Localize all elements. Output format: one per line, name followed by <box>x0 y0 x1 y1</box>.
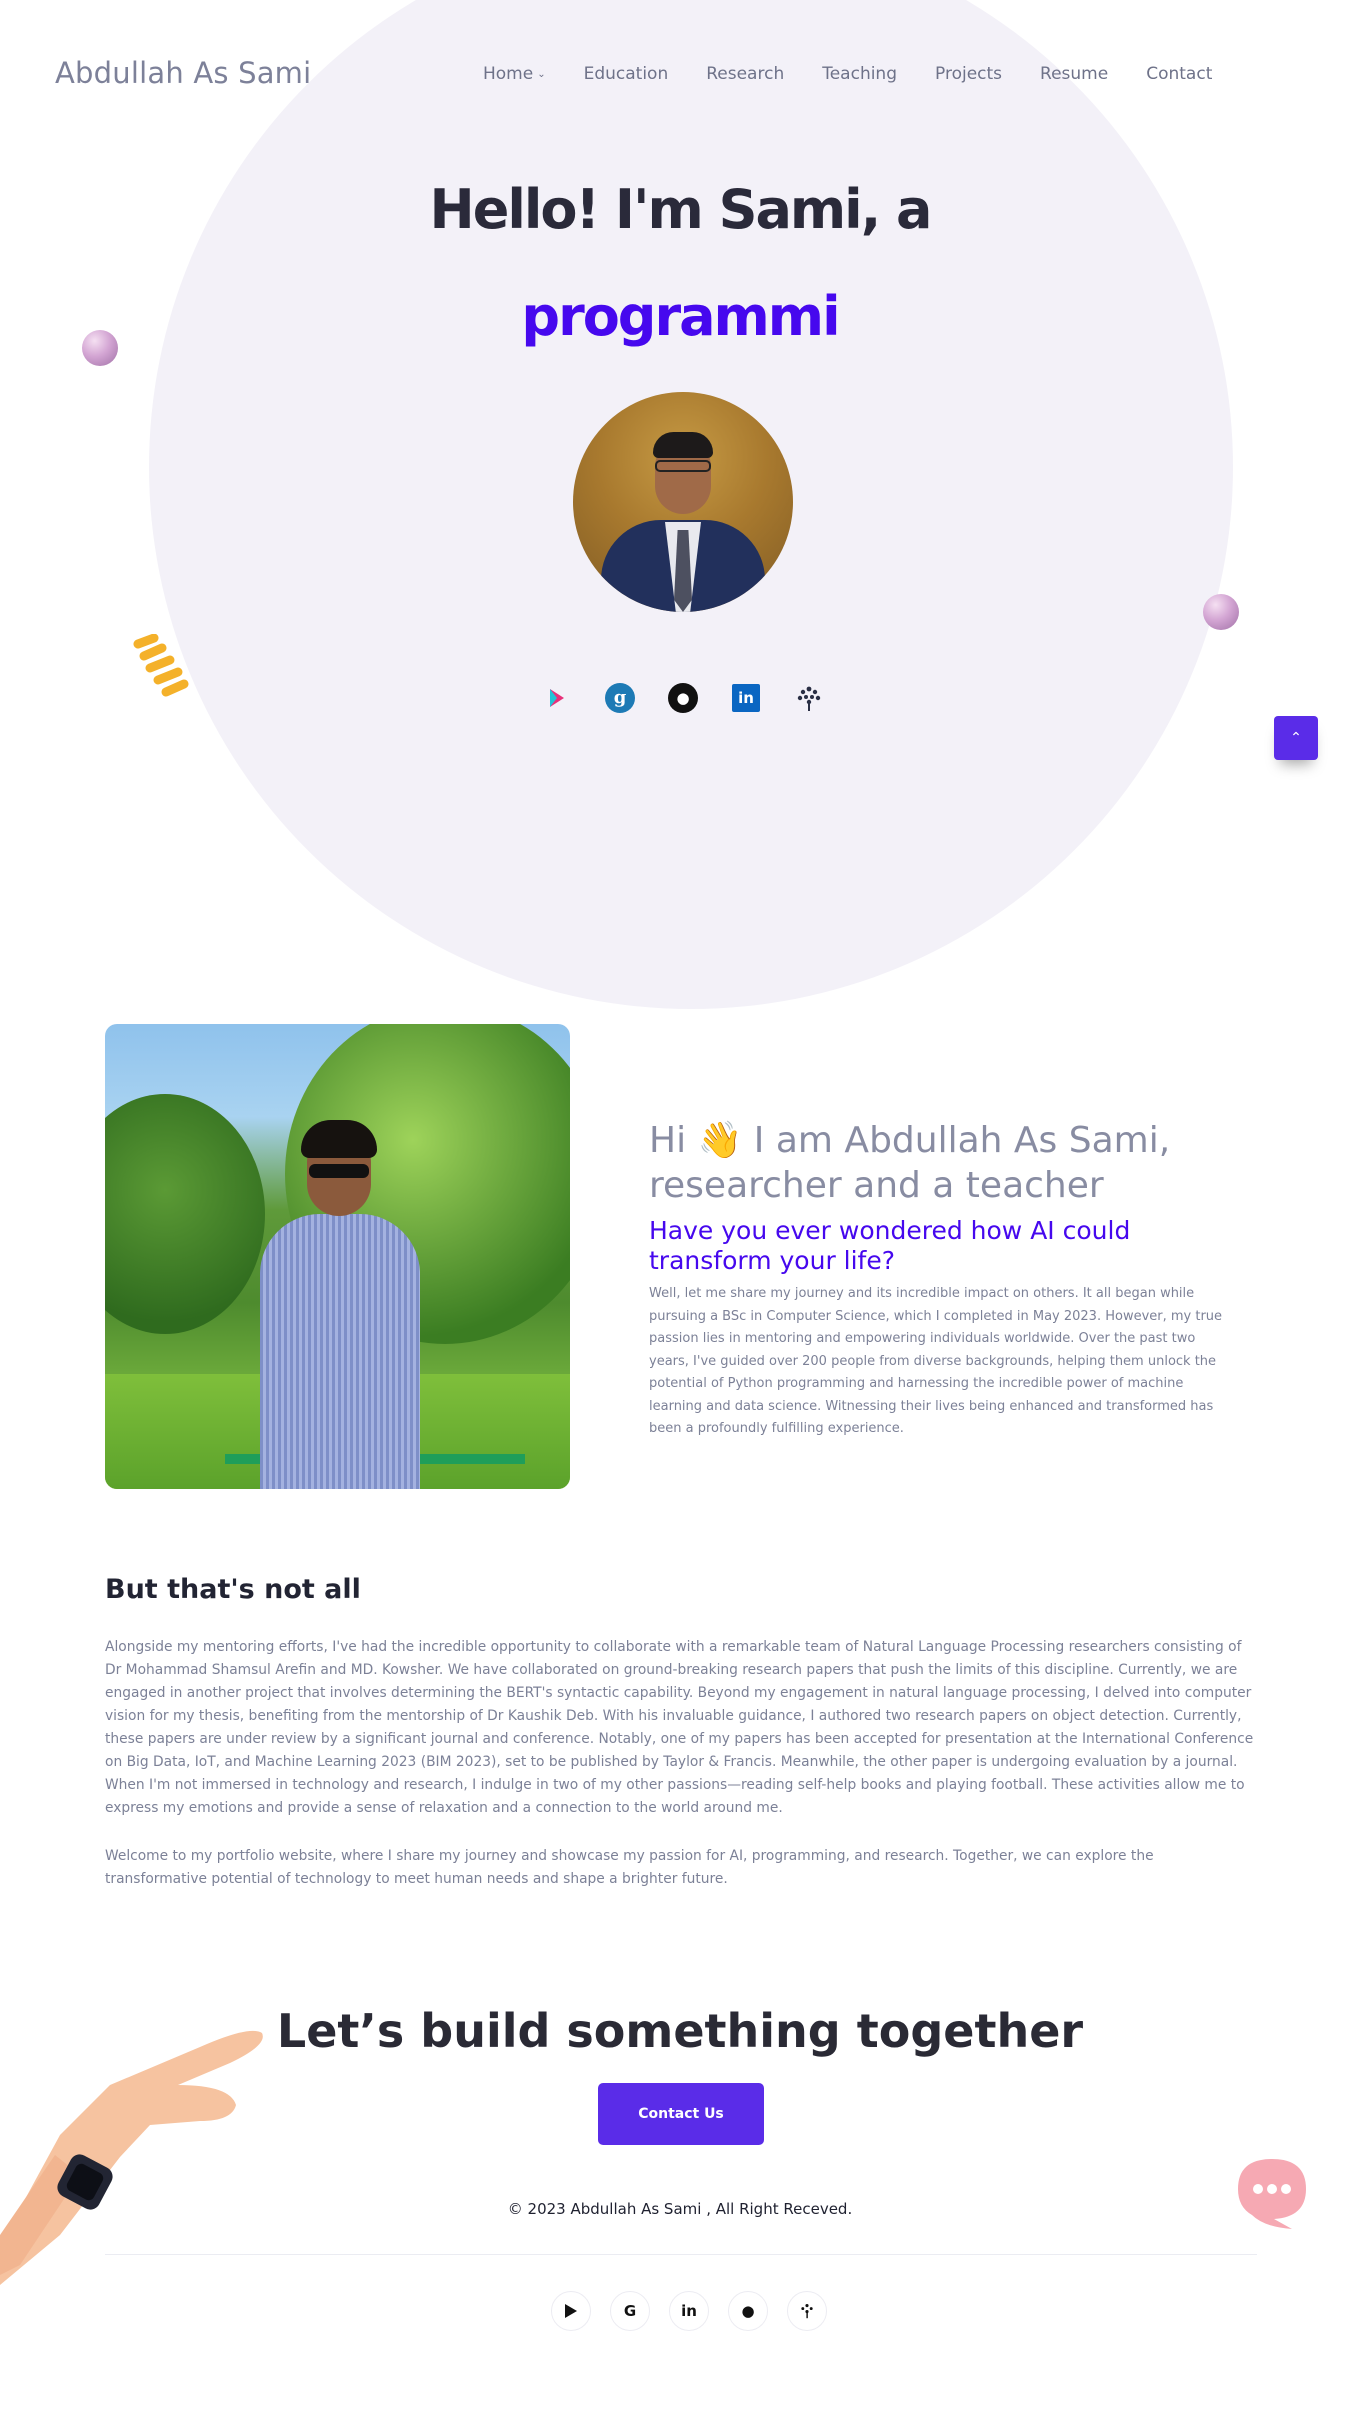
footer-social-links: G in ● <box>551 2291 846 2331</box>
more-title: But that's not all <box>105 1574 361 1605</box>
copyright-text: © 2023 Abdullah As Sami , All Right Rece… <box>507 2200 853 2218</box>
researchgate-icon[interactable] <box>792 681 826 715</box>
about-photo <box>105 1024 570 1489</box>
hero-social-links: g ● in <box>540 681 855 715</box>
about-greeting: Hi 👋 I am Abdullah As Sami, researcher a… <box>649 1118 1269 1208</box>
footer-divider <box>105 2254 1257 2255</box>
github-icon[interactable]: ● <box>666 681 700 715</box>
footer-github-icon[interactable]: ● <box>728 2291 768 2331</box>
footer-researchgate-icon[interactable] <box>787 2291 827 2331</box>
google-scholar-icon[interactable]: g <box>603 681 637 715</box>
contact-us-button[interactable]: Contact Us <box>598 2083 764 2145</box>
wave-icon: 👋 <box>697 1120 743 1161</box>
nav-home[interactable]: Home ⌄ <box>483 64 546 84</box>
more-paragraph-2: Welcome to my portfolio website, where I… <box>105 1848 1154 1887</box>
about-question: Have you ever wondered how AI could tran… <box>649 1216 1131 1275</box>
footer-google-icon[interactable]: G <box>610 2291 650 2331</box>
more-paragraph-1: Alongside my mentoring efforts, I've had… <box>105 1639 1254 1816</box>
linkedin-icon[interactable]: in <box>729 681 763 715</box>
play-icon[interactable] <box>540 681 574 715</box>
chevron-down-icon: ⌄ <box>537 68 546 80</box>
nav-home-label: Home <box>483 64 534 84</box>
hero-title: Hello! I'm Sami, a <box>429 178 933 241</box>
site-brand[interactable]: Abdullah As Sami <box>55 56 311 90</box>
hero-typed-text: programmi <box>521 285 840 348</box>
nav-teaching[interactable]: Teaching <box>822 64 897 84</box>
decorative-sphere-left <box>82 330 118 366</box>
decorative-spring-icon <box>133 634 189 697</box>
pointing-hand-illustration <box>0 2030 263 2285</box>
footer-linkedin-icon[interactable]: in <box>669 2291 709 2331</box>
nav-contact[interactable]: Contact <box>1146 64 1212 84</box>
nav-resume[interactable]: Resume <box>1040 64 1108 84</box>
main-nav: Home ⌄ Education Research Teaching Proje… <box>483 64 1250 84</box>
chat-bubble-icon[interactable] <box>1234 2155 1312 2231</box>
nav-projects[interactable]: Projects <box>935 64 1002 84</box>
footer-play-icon[interactable] <box>551 2291 591 2331</box>
linkedin-glyph: in <box>732 684 760 712</box>
about-body: Well, let me share my journey and its in… <box>649 1286 1223 1436</box>
decorative-sphere-right <box>1203 594 1239 630</box>
profile-avatar <box>573 392 793 612</box>
cta-title: Let’s build something together <box>276 2004 1084 2058</box>
nav-education[interactable]: Education <box>584 64 669 84</box>
google-scholar-glyph: g <box>605 683 635 713</box>
double-chevron-up-icon: ⌃ <box>1290 730 1302 746</box>
nav-research[interactable]: Research <box>706 64 784 84</box>
greeting-prefix: Hi <box>649 1120 687 1161</box>
scroll-to-top-button[interactable]: ⌃ <box>1274 716 1318 760</box>
